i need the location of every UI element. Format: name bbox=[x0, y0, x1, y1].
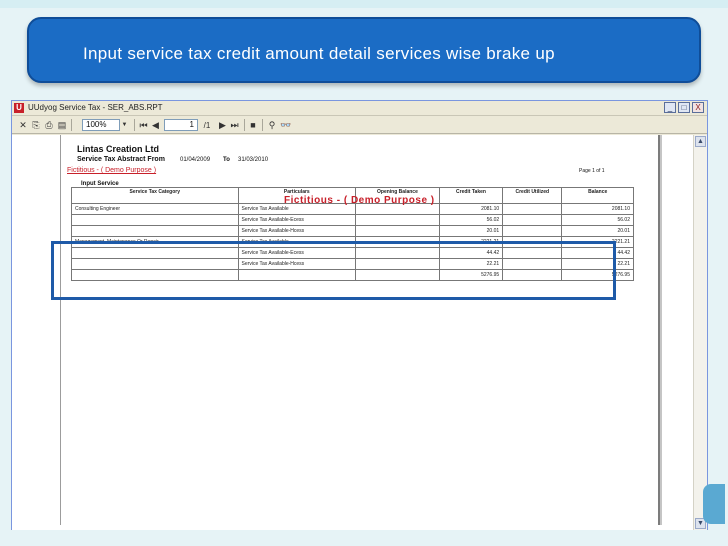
window-controls: _ □ X bbox=[664, 102, 704, 113]
column-header: Service Tax Category bbox=[71, 187, 239, 204]
opening-cell bbox=[355, 225, 440, 237]
demo-note: Fictitious - ( Demo Purpose ) bbox=[67, 167, 157, 174]
table-row: Service Tax Available-Ecess 56.02 56.02 bbox=[71, 214, 634, 226]
window-titlebar: U UUdyog Service Tax - SER_ABS.RPT _ □ X bbox=[12, 101, 707, 116]
print-setup-icon[interactable]: ▤ bbox=[57, 120, 67, 131]
credit-taken-cell: 2081.10 bbox=[438, 203, 504, 215]
column-header: Balance bbox=[561, 187, 634, 204]
toolbar-separator bbox=[134, 119, 135, 131]
credit-utilized-cell bbox=[502, 214, 563, 226]
column-header: Credit Utilized bbox=[502, 187, 563, 204]
category-cell: Consulting Engineer bbox=[71, 203, 239, 215]
report-viewer-window: U UUdyog Service Tax - SER_ABS.RPT _ □ X… bbox=[11, 100, 708, 530]
highlight-box bbox=[51, 241, 616, 300]
to-label: To bbox=[223, 157, 230, 163]
page-total: /1 bbox=[203, 121, 211, 130]
to-date: 31/03/2010 bbox=[238, 157, 269, 163]
minimize-button[interactable]: _ bbox=[664, 102, 676, 113]
close-report-icon[interactable]: ✕ bbox=[18, 120, 28, 131]
category-cell bbox=[71, 225, 239, 237]
page-number-input[interactable]: 1 bbox=[164, 119, 198, 131]
last-page-icon[interactable]: ⏭ bbox=[230, 120, 239, 131]
find-icon[interactable]: 👓 bbox=[280, 120, 292, 131]
first-page-icon[interactable]: ⏮ bbox=[139, 120, 148, 131]
slide-title: Input service tax credit amount detail s… bbox=[83, 44, 555, 63]
particular-cell: Service Tax Available-Hcess bbox=[237, 225, 357, 237]
scroll-up-icon[interactable]: ▲ bbox=[695, 136, 706, 147]
window-title: UUdyog Service Tax - SER_ABS.RPT bbox=[28, 103, 163, 112]
vertical-scrollbar[interactable]: ▲ ▼ bbox=[693, 135, 707, 530]
credit-taken-cell: 20.01 bbox=[438, 225, 504, 237]
slide-decoration bbox=[703, 484, 725, 524]
print-icon[interactable]: ⎙ bbox=[44, 120, 54, 131]
toolbar-separator bbox=[244, 119, 245, 131]
stop-icon[interactable]: ■ bbox=[248, 120, 258, 131]
category-cell bbox=[71, 214, 239, 226]
credit-utilized-cell bbox=[502, 203, 563, 215]
slide-top-stripe bbox=[0, 0, 728, 8]
previous-page-icon[interactable]: ◀ bbox=[151, 120, 160, 131]
report-viewport: Lintas Creation Ltd Service Tax Abstract… bbox=[12, 135, 693, 530]
app-icon: U bbox=[14, 103, 24, 113]
company-name: Lintas Creation Ltd bbox=[77, 144, 160, 154]
from-date: 01/04/2009 bbox=[180, 157, 211, 163]
toolbar-separator bbox=[71, 119, 72, 131]
report-toolbar: ✕ ⎘ ⎙ ▤ 100% ▼ ⏮ ◀ 1 /1 ▶ ⏭ ■ ⚲ 👓 bbox=[12, 117, 707, 134]
column-header: Credit Taken bbox=[438, 187, 504, 204]
demo-watermark: Fictitious - ( Demo Purpose ) bbox=[284, 195, 435, 206]
chevron-down-icon[interactable]: ▼ bbox=[120, 120, 129, 131]
zoom-select[interactable]: 100% bbox=[82, 119, 120, 131]
report-page: Lintas Creation Ltd Service Tax Abstract… bbox=[60, 135, 660, 525]
next-page-icon[interactable]: ▶ bbox=[218, 120, 227, 131]
balance-cell: 20.01 bbox=[561, 225, 634, 237]
balance-cell: 56.02 bbox=[561, 214, 634, 226]
credit-taken-cell: 56.02 bbox=[438, 214, 504, 226]
table-row: Service Tax Available-Hcess 20.01 20.01 bbox=[71, 225, 634, 237]
opening-cell bbox=[355, 214, 440, 226]
report-heading: Service Tax Abstract From bbox=[77, 156, 165, 163]
toolbar-separator bbox=[262, 119, 263, 131]
search-icon[interactable]: ⚲ bbox=[267, 120, 277, 131]
maximize-button[interactable]: □ bbox=[678, 102, 690, 113]
export-icon[interactable]: ⎘ bbox=[31, 120, 41, 131]
balance-cell: 2081.10 bbox=[561, 203, 634, 215]
page-info: Page 1 of 1 bbox=[579, 168, 605, 174]
credit-utilized-cell bbox=[502, 225, 563, 237]
close-button[interactable]: X bbox=[692, 102, 704, 113]
particular-cell: Service Tax Available-Ecess bbox=[237, 214, 357, 226]
